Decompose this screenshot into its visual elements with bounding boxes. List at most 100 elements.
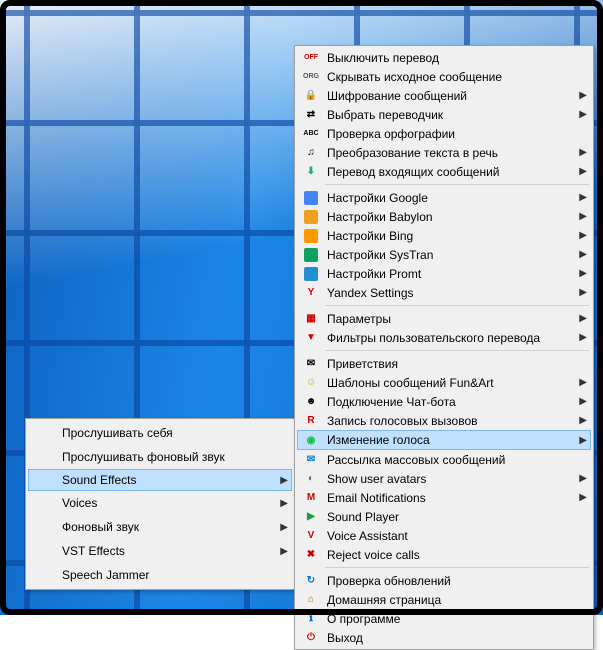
chevron-right-icon: ▶	[575, 230, 587, 241]
chevron-right-icon: ▶	[575, 492, 587, 503]
funart-icon: ☺	[301, 375, 321, 391]
chevron-right-icon: ▶	[276, 546, 288, 557]
yandex-icon: Y	[301, 285, 321, 301]
chevron-right-icon: ▶	[575, 192, 587, 203]
menu-item-label: Шифрование сообщений	[327, 89, 575, 103]
off-icon: OFF	[301, 50, 321, 66]
menu-item-label: О программе	[327, 612, 587, 626]
systran-icon	[301, 247, 321, 263]
submenu-item-listen-self[interactable]: Прослушивать себя	[28, 421, 292, 445]
chevron-right-icon: ▶	[276, 475, 288, 486]
menu-item-label: Настройки SysTran	[327, 248, 575, 262]
menu-item-label: Show user avatars	[327, 472, 575, 486]
menu-item-update[interactable]: ↻ Проверка обновлений	[297, 571, 591, 590]
avatars-icon: ◐	[301, 471, 321, 487]
menu-item-babylon[interactable]: Настройки Babylon▶	[297, 207, 591, 226]
menu-item-avatars[interactable]: ◐ Show user avatars▶	[297, 469, 591, 488]
chevron-right-icon: ▶	[575, 287, 587, 298]
menu-item-label: Параметры	[327, 312, 575, 326]
chevron-right-icon: ▶	[575, 90, 587, 101]
chevron-right-icon: ▶	[575, 377, 587, 388]
submenu-item-label: Прослушивать фоновый звук	[62, 450, 288, 464]
params-icon: ▦	[301, 311, 321, 327]
menu-item-encrypt[interactable]: 🔒Шифрование сообщений▶	[297, 86, 591, 105]
menu-item-google[interactable]: Настройки Google▶	[297, 188, 591, 207]
menu-item-label: Yandex Settings	[327, 286, 575, 300]
submenu-item-bg-sound[interactable]: Фоновый звук▶	[28, 515, 292, 539]
menu-item-label: Перевод входящих сообщений	[327, 165, 575, 179]
menu-item-massmsg[interactable]: ✉Рассылка массовых сообщений	[297, 450, 591, 469]
menu-item-filters[interactable]: ▼ Фильтры пользовательского перевода▶	[297, 328, 591, 347]
email-icon: M	[301, 490, 321, 506]
submenu-item-label: Фоновый звук	[62, 520, 276, 534]
filters-icon: ▼	[301, 330, 321, 346]
menu-separator	[325, 350, 589, 351]
menu-item-yandex[interactable]: Y Yandex Settings▶	[297, 283, 591, 302]
menu-item-label: Подключение Чат-бота	[327, 395, 575, 409]
menu-item-label: Sound Player	[327, 510, 587, 524]
chatbot-icon: ☻	[301, 394, 321, 410]
menu-item-label: Запись голосовых вызовов	[327, 414, 575, 428]
spell-icon: ABC	[301, 126, 321, 142]
about-icon: ℹ	[301, 611, 321, 627]
menu-item-org[interactable]: ORGСкрывать исходное сообщение	[297, 67, 591, 86]
menu-item-home[interactable]: ⌂Домашняя страница	[297, 590, 591, 609]
submenu-item-listen-bg[interactable]: Прослушивать фоновый звук	[28, 445, 292, 469]
chevron-right-icon: ▶	[575, 268, 587, 279]
menu-item-exit[interactable]: ⏻ Выход	[297, 628, 591, 647]
submenu-item-voices[interactable]: Voices▶	[28, 491, 292, 515]
menu-item-voicechg[interactable]: ◉Изменение голоса▶	[297, 430, 591, 450]
menu-item-label: Выход	[327, 631, 587, 645]
menu-item-email[interactable]: MEmail Notifications▶	[297, 488, 591, 507]
menu-item-label: Изменение голоса	[327, 433, 575, 447]
menu-item-spell[interactable]: ABC Проверка орфографии	[297, 124, 591, 143]
chevron-right-icon: ▶	[276, 498, 288, 509]
player-icon: ▶	[301, 509, 321, 525]
submenu-item-sound-effects[interactable]: Sound Effects▶	[28, 469, 292, 491]
exit-icon: ⏻	[301, 630, 321, 646]
menu-separator	[325, 184, 589, 185]
menu-item-params[interactable]: ▦ Параметры▶	[297, 309, 591, 328]
voices-icon	[32, 495, 56, 511]
chevron-right-icon: ▶	[575, 109, 587, 120]
menu-item-promt[interactable]: Настройки Promt▶	[297, 264, 591, 283]
menu-item-systran[interactable]: Настройки SysTran▶	[297, 245, 591, 264]
greetings-icon: ✉	[301, 356, 321, 372]
menu-item-switch[interactable]: ⇄Выбрать переводчик▶	[297, 105, 591, 124]
menu-item-voiceasst[interactable]: V Voice Assistant	[297, 526, 591, 545]
chevron-right-icon: ▶	[575, 211, 587, 222]
incoming-icon: ⬇	[301, 164, 321, 180]
chevron-right-icon: ▶	[575, 473, 587, 484]
babylon-icon	[301, 209, 321, 225]
speech-jammer-icon	[32, 567, 56, 583]
menu-item-chatbot[interactable]: ☻Подключение Чат-бота▶	[297, 392, 591, 411]
menu-item-incoming[interactable]: ⬇ Перевод входящих сообщений▶	[297, 162, 591, 181]
menu-item-label: Выключить перевод	[327, 51, 587, 65]
menu-item-record[interactable]: RЗапись голосовых вызовов▶	[297, 411, 591, 430]
google-icon	[301, 190, 321, 206]
reject-icon: ✖	[301, 547, 321, 563]
menu-item-bing[interactable]: Настройки Bing▶	[297, 226, 591, 245]
chevron-right-icon: ▶	[575, 249, 587, 260]
menu-item-label: Проверка обновлений	[327, 574, 587, 588]
sound-effects-icon	[32, 472, 56, 488]
chevron-right-icon: ▶	[575, 166, 587, 177]
update-icon: ↻	[301, 573, 321, 589]
menu-item-funart[interactable]: ☺Шаблоны сообщений Fun&Art▶	[297, 373, 591, 392]
menu-item-greetings[interactable]: ✉ Приветствия	[297, 354, 591, 373]
menu-item-player[interactable]: ▶ Sound Player	[297, 507, 591, 526]
menu-item-label: Проверка орфографии	[327, 127, 587, 141]
menu-item-off[interactable]: OFF Выключить перевод	[297, 48, 591, 67]
submenu-item-speech-jammer[interactable]: Speech Jammer	[28, 563, 292, 587]
menu-item-reject[interactable]: ✖ Reject voice calls	[297, 545, 591, 564]
main-context-menu: OFF Выключить перевод ORGСкрывать исходное…	[294, 45, 594, 650]
menu-item-label: Настройки Google	[327, 191, 575, 205]
submenu-item-vst-effects[interactable]: VST Effects▶	[28, 539, 292, 563]
menu-item-label: Приветствия	[327, 357, 587, 371]
menu-item-label: Фильтры пользовательского перевода	[327, 331, 575, 345]
chevron-right-icon: ▶	[575, 313, 587, 324]
listen-self-icon	[32, 425, 56, 441]
menu-item-tts[interactable]: ♫Преобразование текста в речь▶	[297, 143, 591, 162]
chevron-right-icon: ▶	[575, 332, 587, 343]
menu-item-about[interactable]: ℹ О программе	[297, 609, 591, 628]
